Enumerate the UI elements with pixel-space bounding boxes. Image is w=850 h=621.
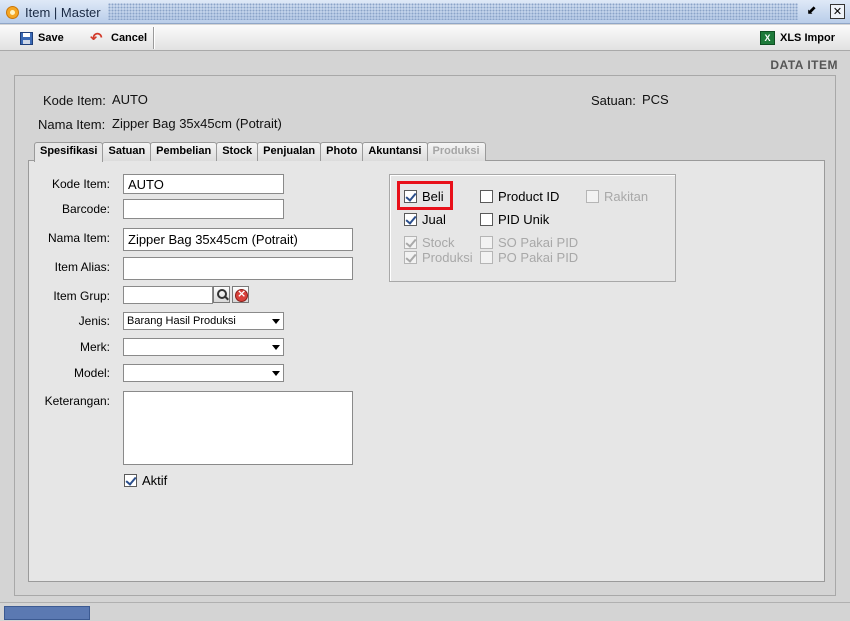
tab-pembelian[interactable]: Pembelian xyxy=(150,142,218,161)
status-bar xyxy=(0,602,850,621)
jual-checkbox[interactable] xyxy=(404,213,417,226)
header-nama-label: Nama Item: xyxy=(38,117,106,132)
nama-item-input[interactable]: Zipper Bag 35x45cm (Potrait) xyxy=(123,228,353,251)
barcode-label: Barcode: xyxy=(61,202,110,216)
stock-label: Stock xyxy=(422,235,455,250)
kode-item-input[interactable]: AUTO xyxy=(123,174,284,194)
cancel-button-label: Cancel xyxy=(111,32,148,44)
close-window-icon[interactable]: ✕ xyxy=(830,4,845,19)
pid-unik-checkbox[interactable] xyxy=(480,213,493,226)
beli-highlight-box xyxy=(397,181,453,210)
header-satuan-label: Satuan: xyxy=(591,93,636,108)
jenis-select[interactable]: Barang Hasil Produksi xyxy=(123,312,284,330)
floppy-disk-icon xyxy=(20,31,33,45)
keterangan-textarea[interactable] xyxy=(123,391,353,465)
barcode-input[interactable] xyxy=(123,199,284,219)
jual-label: Jual xyxy=(422,212,446,227)
rakitan-checkbox xyxy=(586,190,599,203)
toolbar-separator xyxy=(153,27,155,49)
product-id-label: Product ID xyxy=(498,189,560,204)
merk-select[interactable] xyxy=(123,338,284,356)
title-bar-pattern xyxy=(108,3,798,20)
header-nama-value: Zipper Bag 35x45cm (Potrait) xyxy=(112,116,282,131)
nama-item-label: Nama Item: xyxy=(47,231,110,245)
cancel-button[interactable]: ↶ Cancel xyxy=(84,27,153,49)
po-pakai-pid-checkbox xyxy=(480,251,493,264)
model-select[interactable] xyxy=(123,364,284,382)
tab-stock[interactable]: Stock xyxy=(216,142,259,161)
tab-spesifikasi[interactable]: Spesifikasi xyxy=(34,142,104,162)
undo-arrow-icon: ↶ xyxy=(90,29,103,47)
keterangan-label: Keterangan: xyxy=(44,394,110,408)
so-pakai-pid-checkbox xyxy=(480,236,493,249)
item-grup-label: Item Grup: xyxy=(53,289,110,303)
model-label: Model: xyxy=(73,366,110,380)
item-alias-input[interactable] xyxy=(123,257,353,280)
restore-window-icon[interactable]: ⬋ xyxy=(804,4,819,19)
excel-icon: X xyxy=(760,31,775,45)
toolbar: Save ↶ Cancel X XLS Impor xyxy=(0,25,850,51)
produksi-label: Produksi xyxy=(422,250,473,265)
section-title: DATA ITEM xyxy=(770,58,838,72)
item-grup-input[interactable] xyxy=(123,286,213,304)
window-title: Item | Master xyxy=(25,5,101,20)
merk-label: Merk: xyxy=(80,340,110,354)
tab-satuan[interactable]: Satuan xyxy=(102,142,152,161)
jenis-label: Jenis: xyxy=(78,314,110,328)
header-satuan-value: PCS xyxy=(642,92,669,107)
tab-produksi: Produksi xyxy=(426,142,486,161)
save-button[interactable]: Save xyxy=(14,27,70,49)
po-pakai-pid-label: PO Pakai PID xyxy=(498,250,579,265)
chevron-down-icon xyxy=(272,371,280,376)
pid-unik-label: PID Unik xyxy=(498,212,550,227)
tab-strip: Spesifikasi Satuan Pembelian Stock Penju… xyxy=(34,142,486,162)
chevron-down-icon xyxy=(272,345,280,350)
jenis-select-value: Barang Hasil Produksi xyxy=(127,315,236,327)
magnifier-icon[interactable] xyxy=(213,286,230,303)
save-button-label: Save xyxy=(38,32,64,44)
chevron-down-icon xyxy=(272,319,280,324)
header-kode-label: Kode Item: xyxy=(43,93,106,108)
app-logo-icon xyxy=(6,6,19,19)
item-alias-label: Item Alias: xyxy=(54,260,110,274)
xls-import-button[interactable]: X XLS Impor xyxy=(754,27,841,49)
aktif-checkbox[interactable] xyxy=(124,474,137,487)
title-bar: Item | Master ⬋ ✕ xyxy=(0,0,850,24)
aktif-label: Aktif xyxy=(142,473,168,488)
product-id-checkbox[interactable] xyxy=(480,190,493,203)
clear-icon[interactable] xyxy=(232,286,249,303)
so-pakai-pid-label: SO Pakai PID xyxy=(498,235,579,250)
tab-akuntansi[interactable]: Akuntansi xyxy=(362,142,428,161)
tab-penjualan[interactable]: Penjualan xyxy=(257,142,322,161)
status-indicator xyxy=(4,606,90,620)
kode-item-label: Kode Item: xyxy=(51,177,110,191)
tab-photo[interactable]: Photo xyxy=(320,142,364,161)
rakitan-label: Rakitan xyxy=(604,189,649,204)
stock-checkbox xyxy=(404,236,417,249)
xls-import-label: XLS Impor xyxy=(780,32,836,44)
header-kode-value: AUTO xyxy=(112,92,148,107)
produksi-checkbox xyxy=(404,251,417,264)
